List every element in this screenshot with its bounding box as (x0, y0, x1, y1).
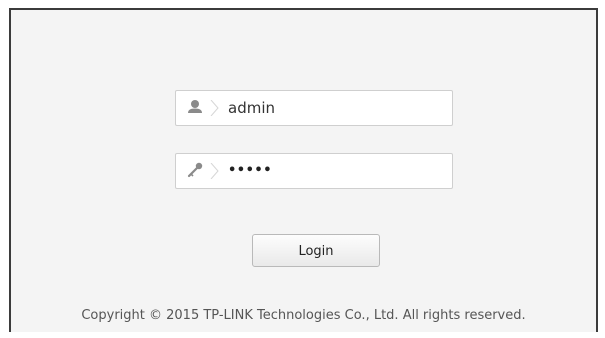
user-icon (176, 91, 214, 125)
login-button[interactable]: Login (252, 234, 380, 267)
password-value: ••••• (228, 163, 273, 178)
login-panel: admin ••••• Login Copyright © 2015 TP-LI… (9, 8, 598, 332)
username-value: admin (228, 99, 275, 117)
key-icon (176, 154, 214, 188)
password-field[interactable]: ••••• (175, 153, 453, 189)
copyright-text: Copyright © 2015 TP-LINK Technologies Co… (81, 308, 526, 323)
field-divider (210, 100, 219, 116)
username-field[interactable]: admin (175, 90, 453, 126)
field-divider (210, 163, 219, 179)
